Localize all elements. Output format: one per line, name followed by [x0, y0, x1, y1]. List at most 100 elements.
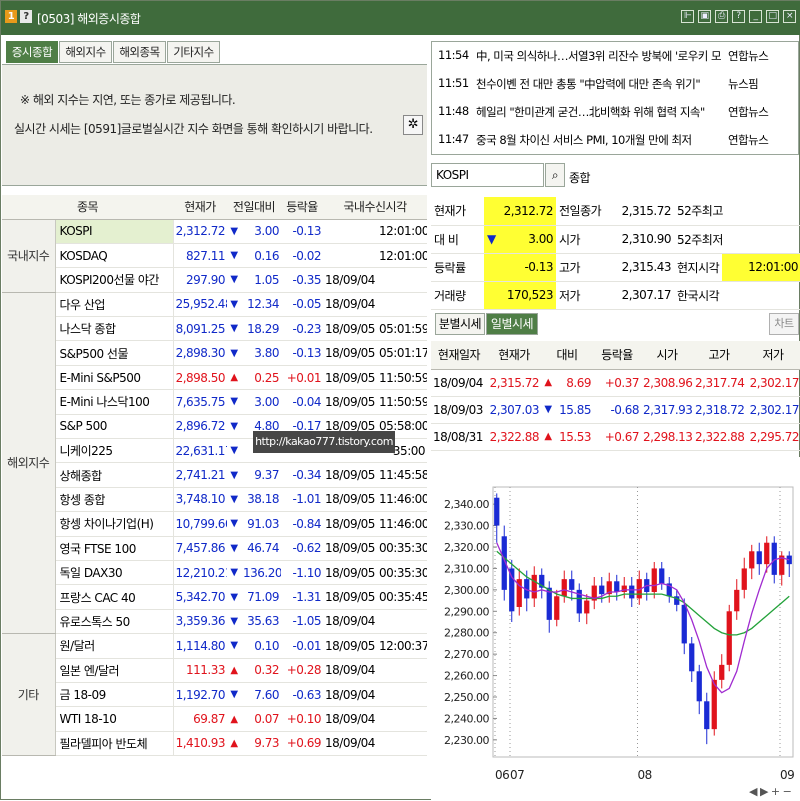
table-row[interactable]: 상해종합 2,741.21 ▼ 9.37 -0.34 18/09/05 11:45:58 — [2, 462, 428, 488]
table-row[interactable]: 독일 DAX30 12,210.21 ▼ 136.20 -1.10 18/09/05 00:… — [2, 560, 428, 586]
search-icon[interactable]: ⌕ — [545, 163, 565, 187]
row-name[interactable]: 필라델피아 반도체 — [55, 731, 174, 757]
y-tick-label: 2,260.00 — [444, 670, 489, 683]
table-row[interactable]: E-Mini S&P500 2,898.50 ▲ 0.25 +0.01 18/09/05 1… — [2, 365, 428, 391]
table-row[interactable]: 금 18-09 1,192.70 ▼ 7.60 -0.63 18/09/04 — [2, 682, 428, 708]
candle — [629, 585, 635, 599]
col-close[interactable]: 현재가 — [487, 341, 541, 370]
row-name[interactable]: E-Mini S&P500 — [55, 365, 174, 391]
help-icon[interactable]: ? — [732, 10, 745, 23]
col-pct[interactable]: 등락율 — [593, 341, 641, 370]
table-row[interactable]: 18/08/31 2,322.88 ▲ 15.53 +0.67 2,298.13 2,322… — [431, 423, 800, 451]
row-name[interactable]: 다우 산업 — [55, 292, 174, 318]
screen-number-badge[interactable]: 1 — [5, 10, 17, 23]
row-name[interactable]: KOSPI — [55, 219, 174, 244]
row-name[interactable]: 영국 FTSE 100 — [55, 536, 174, 561]
row-time: 11:46:00 — [377, 511, 428, 537]
news-headline[interactable]: 中, 미국 의식하나…서열3위 리잔수 방북에 '로우키 모 — [476, 48, 726, 64]
table-row[interactable]: 나스닥 종합 8,091.25 ▼ 18.29 -0.23 18/09/05 05:01:5… — [2, 316, 428, 342]
table-row[interactable]: E-Mini 나스닥100 7,635.75 ▼ 3.00 -0.04 18/09/05 1… — [2, 389, 428, 415]
tab-overseas-stocks[interactable]: 해외종목 — [113, 41, 166, 63]
col-change[interactable]: 전일대비 — [227, 195, 282, 220]
table-row[interactable]: 항셍 종합 3,748.10 ▼ 38.18 -1.01 18/09/05 11:46:00 — [2, 487, 428, 513]
row-name[interactable]: 독일 DAX30 — [55, 560, 174, 586]
tab-market-summary[interactable]: 증시종합 — [6, 41, 58, 63]
table-row[interactable]: WTI 18-10 69.87 ▲ 0.07 +0.10 18/09/04 — [2, 706, 428, 732]
symbol-input[interactable]: KOSPI — [431, 163, 544, 187]
candle — [554, 596, 560, 620]
row-date: 18/09/05 — [323, 511, 378, 537]
candle — [561, 579, 567, 597]
help-badge[interactable]: ? — [20, 10, 32, 23]
row-name[interactable]: 니케이225 — [55, 438, 174, 464]
news-source: 뉴스핌 — [728, 77, 759, 91]
tab-minute-quotes[interactable]: 분별시세 — [435, 313, 485, 335]
row-date: 18/09/05 — [323, 487, 378, 513]
col-open[interactable]: 시가 — [641, 341, 693, 370]
col-name[interactable]: 종목 — [2, 195, 173, 220]
table-row[interactable]: S&P500 선물 2,898.30 ▼ 3.80 -0.13 18/09/05 05:01… — [2, 340, 428, 366]
col-low[interactable]: 저가 — [745, 341, 800, 370]
news-headline[interactable]: 중국 8월 차이신 서비스 PMI, 10개월 만에 최저 — [476, 132, 726, 148]
news-item[interactable]: 11:54 中, 미국 의식하나…서열3위 리잔수 방북에 '로우키 모 연합뉴스 — [432, 42, 800, 69]
news-item[interactable]: 11:47 중국 8월 차이신 서비스 PMI, 10개월 만에 최저 연합뉴스 — [432, 126, 800, 153]
plot-area — [492, 486, 794, 758]
row-name[interactable]: S&P500 선물 — [55, 340, 174, 366]
table-row[interactable]: 기타 원/달러 1,114.80 ▼ 0.10 -0.01 18/09/05 12:00:37 — [2, 633, 428, 757]
col-diff[interactable]: 대비 — [541, 341, 593, 370]
table-row[interactable]: 일본 엔/달러 111.33 ▲ 0.32 +0.28 18/09/04 — [2, 658, 428, 683]
row-date: 18/09/04 — [431, 369, 487, 397]
quote-label: 저가 — [556, 281, 610, 310]
tab-overseas-index[interactable]: 해외지수 — [59, 41, 112, 63]
row-name[interactable]: KOSPI200선물 야간 — [55, 267, 174, 293]
table-row[interactable]: 18/09/04 2,315.72 ▲ 8.69 +0.37 2,308.96 2,317.… — [431, 369, 800, 397]
col-date[interactable]: 현재일자 — [431, 341, 487, 370]
chart-button[interactable]: 차트 — [769, 313, 799, 335]
row-name[interactable]: 금 18-09 — [55, 682, 174, 708]
row-pct: +0.67 — [593, 423, 641, 451]
col-rate[interactable]: 등락율 — [281, 195, 324, 220]
table-row[interactable]: 국내지수 KOSPI 2,312.72 ▼ 3.00 -0.13 12:01:00 — [2, 219, 428, 293]
pin-icon[interactable]: ⊩ — [681, 10, 694, 23]
row-name[interactable]: S&P 500 — [55, 414, 174, 440]
table-row[interactable]: KOSDAQ 827.11 ▼ 0.16 -0.02 12:01:00 — [2, 243, 428, 269]
row-name[interactable]: 프랑스 CAC 40 — [55, 584, 174, 610]
table-row[interactable]: 해외지수 다우 산업 25,952.48 ▼ 12.34 -0.05 18/09/04 — [2, 292, 428, 635]
gear-icon[interactable]: ✲ — [403, 115, 423, 135]
row-name[interactable]: 일본 엔/달러 — [55, 658, 174, 683]
table-row[interactable]: 항셍 차이나기업(H) 10,799.60 ▼ 91.03 -0.84 18/09/05 1… — [2, 511, 428, 537]
row-name[interactable]: KOSDAQ — [55, 243, 174, 269]
news-headline[interactable]: 천수이볜 전 대만 총통 "中압력에 대만 존속 위기" — [476, 76, 726, 92]
row-name[interactable]: 원/달러 — [55, 633, 174, 659]
row-name[interactable]: E-Mini 나스닥100 — [55, 389, 174, 415]
tab-daily-quotes[interactable]: 일별시세 — [486, 313, 538, 335]
col-high[interactable]: 고가 — [693, 341, 745, 370]
save-icon[interactable]: ▣ — [698, 10, 711, 23]
col-price[interactable]: 현재가 — [173, 195, 227, 220]
row-name[interactable]: 항셍 종합 — [55, 487, 174, 513]
table-row[interactable]: 18/09/03 2,307.03 ▼ 15.85 -0.68 2,317.93 2,318… — [431, 396, 800, 424]
candlestick-chart[interactable]: 2,340.00 2,330.00 2,320.00 2,310.00 2,300.00… — [431, 457, 800, 801]
minimize-icon[interactable]: _ — [749, 10, 762, 23]
row-name[interactable]: WTI 18-10 — [55, 706, 174, 732]
col-recv-time[interactable]: 국내수신시각 — [323, 195, 428, 220]
maximize-icon[interactable]: □ — [766, 10, 779, 23]
table-row[interactable]: 필라델피아 반도체 1,410.93 ▲ 9.73 +0.69 18/09/04 — [2, 731, 428, 757]
table-row[interactable]: 프랑스 CAC 40 5,342.70 ▼ 71.09 -1.31 18/09/05 00:… — [2, 584, 428, 610]
row-name[interactable]: 상해종합 — [55, 462, 174, 488]
down-arrow-icon: ▼ — [227, 243, 241, 269]
tab-other-index[interactable]: 기타지수 — [167, 41, 220, 63]
print-icon[interactable]: ⎙ — [715, 10, 728, 23]
table-row[interactable]: KOSPI200선물 야간 297.90 ▼ 1.05 -0.35 18/09/04 — [2, 267, 428, 293]
close-icon[interactable]: × — [783, 10, 796, 23]
row-name[interactable]: 항셍 차이나기업(H) — [55, 511, 174, 537]
news-item[interactable]: 11:51 천수이볜 전 대만 총통 "中압력에 대만 존속 위기" 뉴스핌 — [432, 70, 800, 97]
table-row[interactable]: 유로스톡스 50 3,359.36 ▼ 35.63 -1.05 18/09/04 — [2, 609, 428, 635]
news-item[interactable]: 11:48 헤일리 "한미관계 굳건…北비핵화 위해 협력 지속" 연합뉴스 — [432, 98, 800, 125]
down-arrow-icon: ▼ — [227, 438, 241, 464]
table-row[interactable]: 영국 FTSE 100 7,457.86 ▼ 46.74 -0.62 18/09/05 00… — [2, 536, 428, 561]
row-price: 69.87 — [173, 706, 227, 732]
row-name[interactable]: 나스닥 종합 — [55, 316, 174, 342]
news-headline[interactable]: 헤일리 "한미관계 굳건…北비핵화 위해 협력 지속" — [476, 104, 726, 120]
row-name[interactable]: 유로스톡스 50 — [55, 609, 174, 635]
